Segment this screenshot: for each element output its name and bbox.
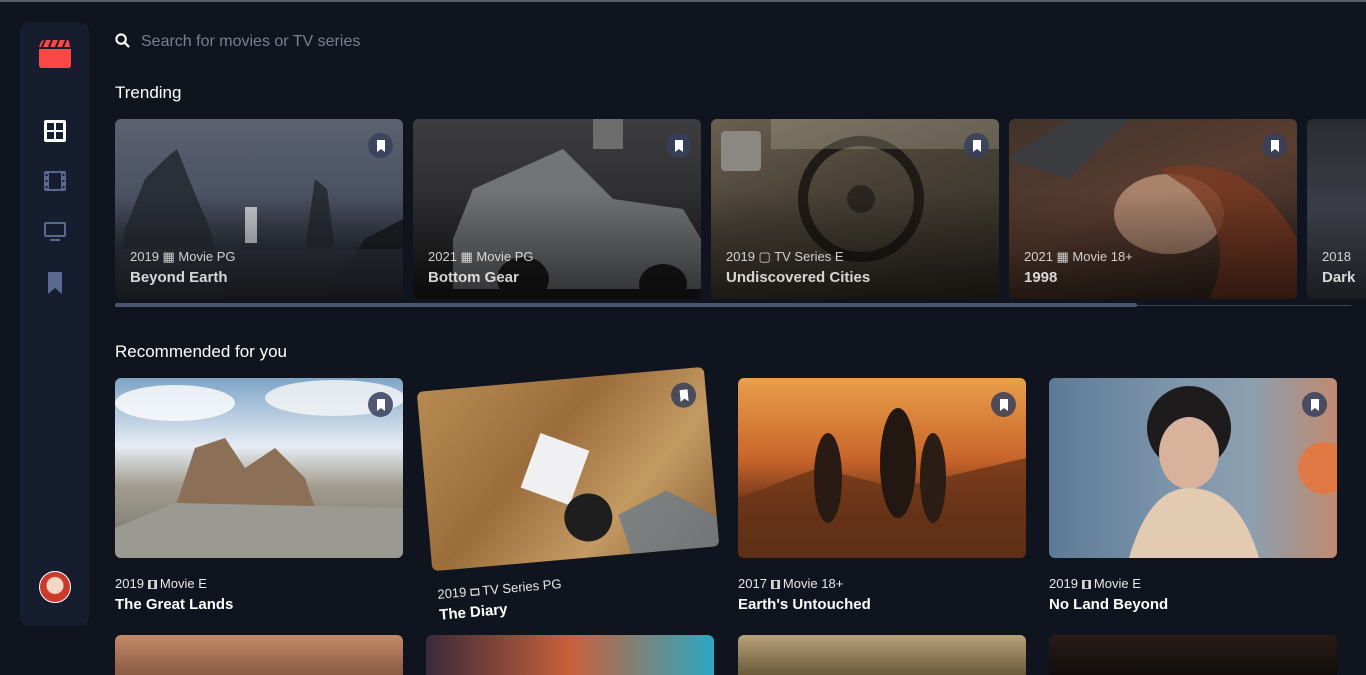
trending-card[interactable]: 2019 ▦ Movie PG Beyond Earth [115, 119, 403, 299]
trending-card[interactable]: 2018 Dark [1307, 119, 1366, 299]
bookmark-button[interactable] [368, 392, 393, 417]
trending-card[interactable]: 2021 ▦ Movie PG Bottom Gear [413, 119, 701, 299]
scrollbar-thumb[interactable] [115, 303, 1137, 307]
card-title: Dark [1322, 269, 1356, 286]
card-title: 1998 [1024, 269, 1058, 286]
card-year: 2017 [738, 576, 767, 591]
card-year: 2019 [436, 584, 467, 602]
recommended-card-image[interactable] [738, 378, 1026, 558]
home-icon[interactable] [43, 119, 67, 143]
sidebar [20, 22, 89, 626]
card-meta: 2018 [1322, 249, 1351, 264]
movie-category-icon [147, 580, 157, 589]
card-category: Movie [159, 576, 195, 591]
search-bar [115, 28, 715, 56]
bookmark-icon [376, 398, 385, 411]
recommended-card-tilted[interactable]: 2019 TV Series PG The Diary [415, 346, 736, 624]
bookmark-button[interactable] [991, 392, 1016, 417]
bookmark-icon [999, 398, 1008, 411]
bookmark-button[interactable] [1302, 392, 1327, 417]
card-title: No Land Beyond [1049, 596, 1169, 613]
card-rating: 18+ [821, 576, 844, 591]
bookmark-icon [972, 139, 981, 152]
card-meta: 2019 Movie E [115, 576, 207, 591]
recommended-card-image[interactable] [416, 366, 720, 572]
recommended-card-image[interactable] [1049, 378, 1337, 558]
bookmark-button[interactable] [666, 133, 691, 158]
card-image [1129, 386, 1337, 558]
bookmark-icon[interactable] [43, 271, 67, 295]
card-category: Movie [782, 576, 818, 591]
card-category: Movie [1093, 576, 1129, 591]
card-title: Bottom Gear [428, 269, 519, 286]
card-title: Beyond Earth [130, 269, 228, 286]
bookmark-icon [1310, 398, 1319, 411]
movie-category-icon [770, 580, 780, 589]
bookmark-icon [679, 388, 689, 402]
tv-category-icon [470, 588, 480, 597]
card-meta: 2019 TV Series PG [437, 576, 562, 602]
card-title: Undiscovered Cities [726, 269, 871, 286]
recommended-card-image[interactable] [115, 635, 403, 675]
card-rating: PG [542, 576, 563, 593]
card-category: TV Series [481, 578, 540, 598]
recommended-card-image[interactable] [1049, 635, 1337, 675]
card-meta: 2019 Movie E [1049, 576, 1141, 591]
logo-icon[interactable] [39, 40, 71, 68]
section-title-recommended: Recommended for you [115, 342, 287, 361]
bookmark-icon [674, 139, 683, 152]
window-top-border [0, 0, 1366, 2]
card-meta: 2019 ▦ Movie PG [130, 249, 236, 264]
card-image [115, 380, 403, 558]
card-image [738, 408, 1026, 558]
card-rating: E [1132, 576, 1141, 591]
card-rating: E [198, 576, 207, 591]
recommended-card-image[interactable] [426, 635, 714, 675]
card-year: 2019 [1049, 576, 1078, 591]
tv-series-icon[interactable] [43, 219, 67, 243]
card-meta: 2021 ▦ Movie PG [428, 249, 534, 264]
card-title: Earth's Untouched [738, 596, 871, 613]
card-title: The Diary [438, 600, 509, 624]
recommended-card-image[interactable] [738, 635, 1026, 675]
trending-card[interactable]: 2021 ▦ Movie 18+ 1998 [1009, 119, 1297, 299]
card-meta: 2019 ▢ TV Series E [726, 249, 844, 264]
trending-card[interactable]: 2019 ▢ TV Series E Undiscovered Cities [711, 119, 999, 299]
card-title: The Great Lands [115, 596, 234, 613]
bookmark-button[interactable] [964, 133, 989, 158]
bookmark-button[interactable] [368, 133, 393, 158]
bookmark-icon [376, 139, 385, 152]
bookmark-button[interactable] [1262, 133, 1287, 158]
movie-category-icon [1081, 580, 1091, 589]
avatar[interactable] [39, 571, 71, 603]
recommended-card-image[interactable] [115, 378, 403, 558]
card-year: 2019 [115, 576, 144, 591]
card-meta: 2017 Movie 18+ [738, 576, 843, 591]
search-input[interactable] [139, 28, 703, 56]
bookmark-icon [1270, 139, 1279, 152]
search-icon [115, 33, 130, 48]
section-title-trending: Trending [115, 83, 182, 102]
movies-icon[interactable] [43, 169, 67, 193]
card-meta: 2021 ▦ Movie 18+ [1024, 249, 1133, 264]
